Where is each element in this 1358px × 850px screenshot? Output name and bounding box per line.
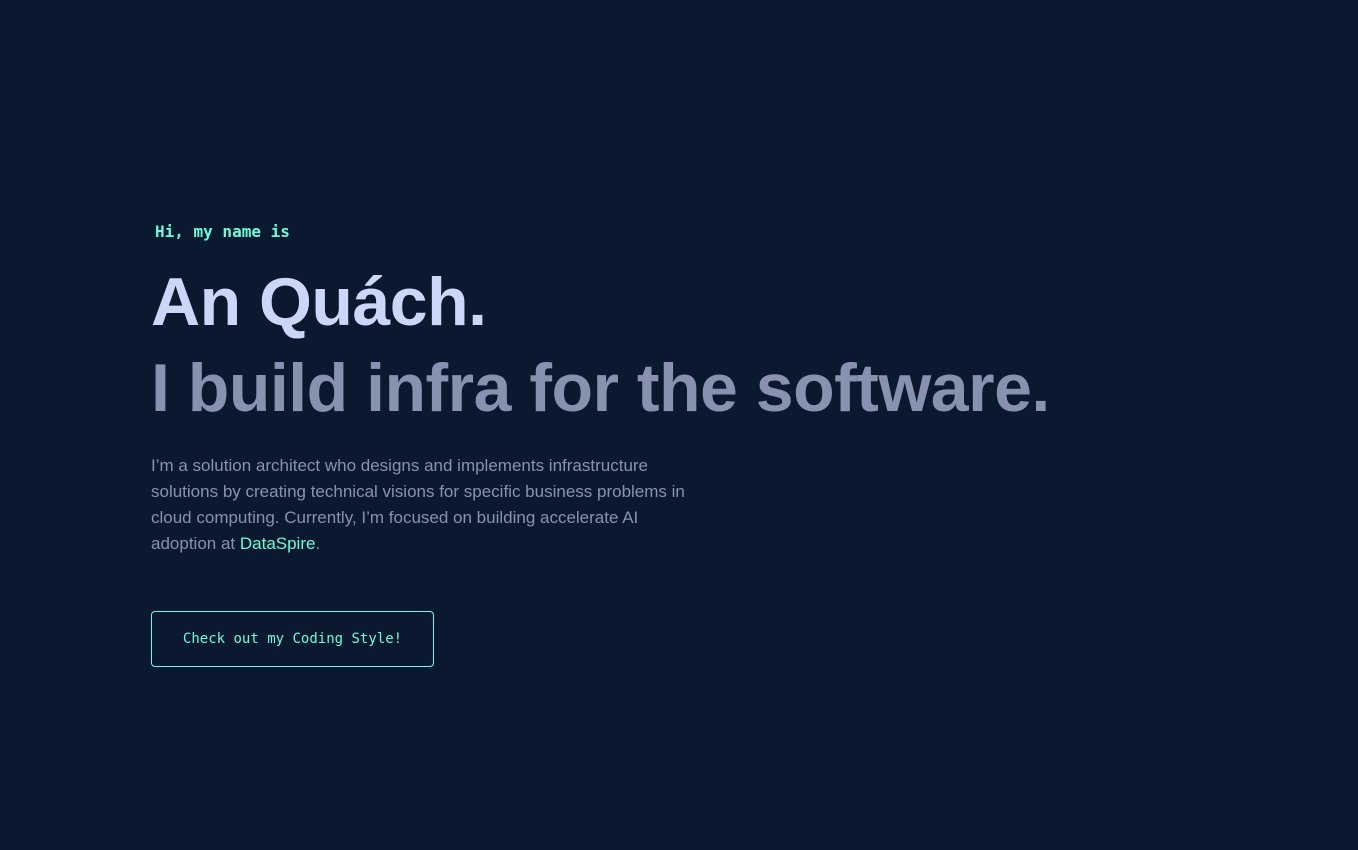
coding-style-button[interactable]: Check out my Coding Style!: [151, 611, 434, 667]
hero-section: Hi, my name is An Quách. I build infra f…: [0, 0, 1358, 850]
dataspire-link[interactable]: DataSpire: [240, 534, 316, 553]
intro-greeting: Hi, my name is: [155, 222, 290, 241]
bio-text: I’m a solution architect who designs and…: [151, 456, 685, 553]
page-title-name: An Quách.: [151, 264, 487, 340]
tagline: I build infra for the software.: [151, 350, 1050, 426]
bio-paragraph: I’m a solution architect who designs and…: [151, 453, 696, 557]
bio-period: .: [315, 534, 321, 553]
